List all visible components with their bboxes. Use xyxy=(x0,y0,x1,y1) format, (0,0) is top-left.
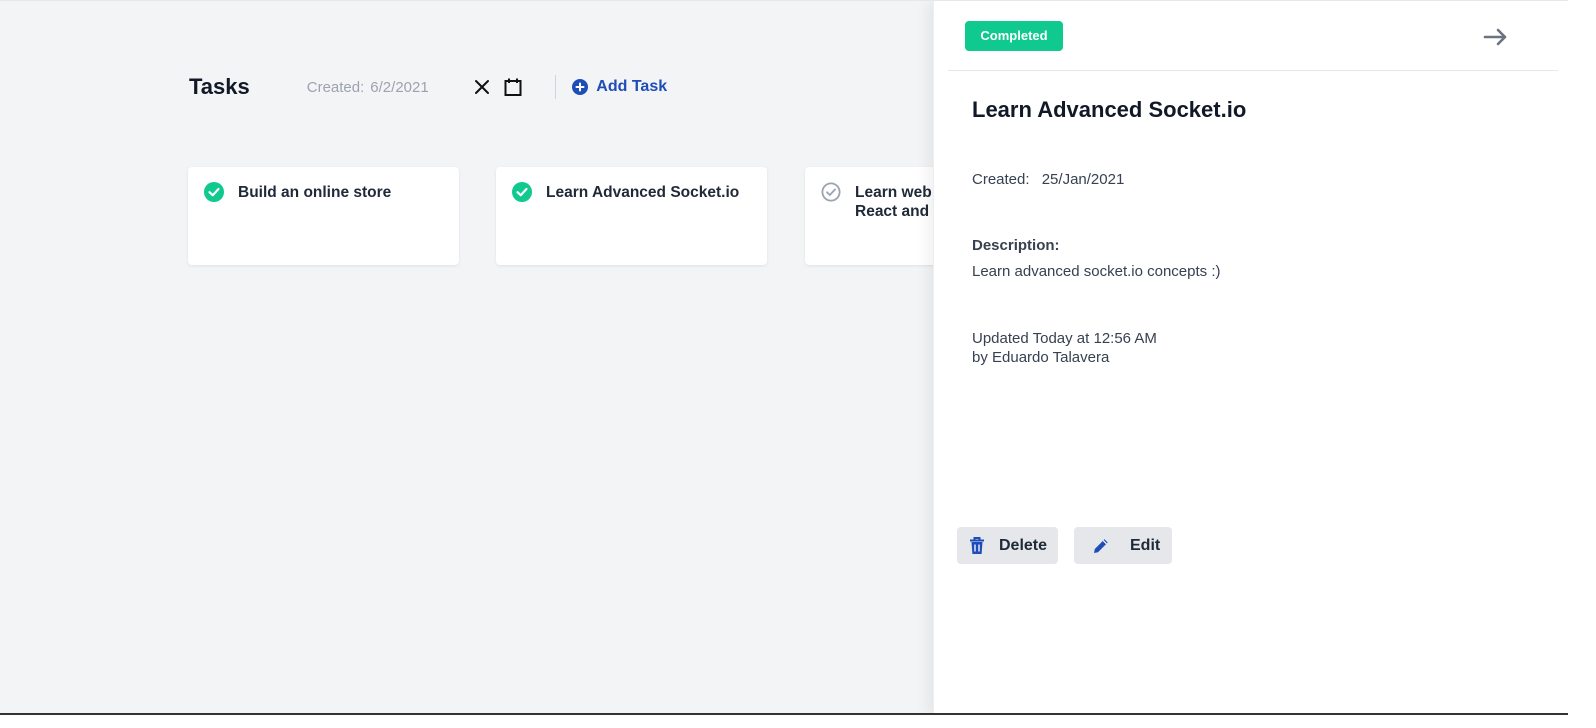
bottom-edge xyxy=(0,713,1568,715)
pencil-icon xyxy=(1092,537,1110,555)
close-icon[interactable] xyxy=(470,75,494,99)
created-value: 25/Jan/2021 xyxy=(1041,171,1125,188)
task-card-title: Build an online store xyxy=(238,184,392,201)
updated-time: Updated Today at 12:56 AM xyxy=(972,330,1157,347)
delete-label: Delete xyxy=(999,536,1048,554)
updated-info: Updated Today at 12:56 AM by Eduardo Tal… xyxy=(972,329,1157,367)
arrow-right-icon[interactable] xyxy=(1482,25,1510,49)
add-task-button[interactable]: Add Task xyxy=(572,78,667,96)
check-circle-icon xyxy=(204,182,224,202)
edit-button[interactable]: Edit xyxy=(1074,527,1172,564)
tasks-toolbar: Tasks Created: 6/2/2021 Add Task xyxy=(189,67,667,107)
task-detail-title: Learn Advanced Socket.io xyxy=(972,97,1247,122)
description-label: Description: xyxy=(972,237,1060,254)
status-badge[interactable]: Completed xyxy=(965,21,1063,51)
delete-button[interactable]: Delete xyxy=(957,527,1058,564)
trash-icon xyxy=(969,536,985,555)
description-text: Learn advanced socket.io concepts :) xyxy=(972,263,1221,280)
task-card-title: Learn Advanced Socket.io xyxy=(546,184,740,201)
date-filter-label: Created: xyxy=(306,78,365,96)
task-detail-panel: Completed Learn Advanced Socket.io Creat… xyxy=(933,1,1568,715)
updated-by: by Eduardo Talavera xyxy=(972,349,1110,366)
app-viewport: Tasks Created: 6/2/2021 Add Task Build a… xyxy=(0,0,1568,715)
panel-header: Completed xyxy=(948,1,1558,71)
date-filter-input[interactable]: 6/2/2021 xyxy=(370,79,460,96)
task-card-title-line2: React and I xyxy=(855,203,938,220)
page-title: Tasks xyxy=(189,74,250,99)
add-task-label: Add Task xyxy=(596,78,668,95)
edit-label: Edit xyxy=(1130,536,1161,554)
task-card[interactable]: Build an online store xyxy=(188,167,459,265)
created-label: Created: xyxy=(972,171,1030,188)
created-row: Created: 25/Jan/2021 xyxy=(972,171,1124,188)
plus-circle-icon xyxy=(572,79,589,95)
toolbar-divider xyxy=(555,75,557,99)
calendar-icon[interactable] xyxy=(501,75,525,99)
task-card[interactable]: Learn Advanced Socket.io xyxy=(496,167,767,265)
task-card-title-line1: Learn web xyxy=(855,184,932,201)
check-circle-icon xyxy=(512,182,532,202)
check-circle-outline-icon xyxy=(821,182,841,202)
task-card-title: Learn web React and I xyxy=(855,182,938,221)
